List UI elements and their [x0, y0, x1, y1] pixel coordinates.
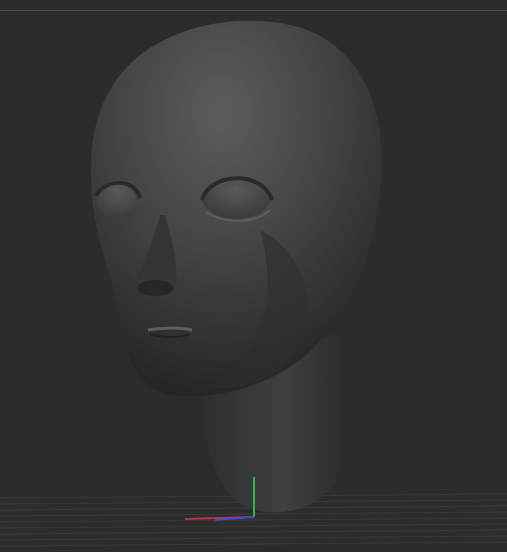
nose-shadow: [137, 280, 173, 296]
viewport-canvas[interactable]: [0, 0, 507, 552]
3d-viewport[interactable]: [0, 0, 507, 552]
